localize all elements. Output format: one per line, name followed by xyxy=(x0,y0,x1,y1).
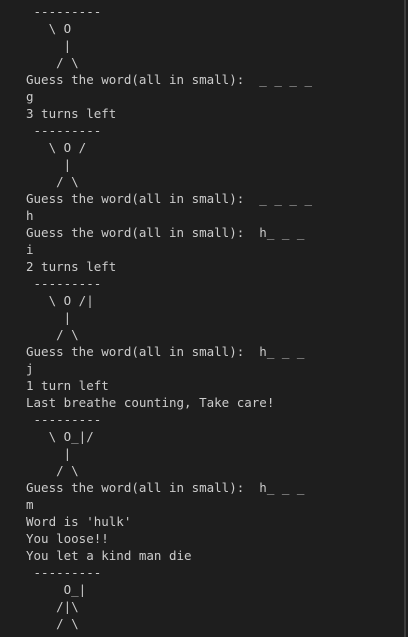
terminal-line: \ O /| xyxy=(26,293,94,308)
terminal-line: / \ xyxy=(26,174,79,189)
terminal-line: | xyxy=(26,310,72,325)
terminal-line: --------- xyxy=(26,412,102,427)
terminal-line: g xyxy=(26,89,34,104)
terminal-line: You loose!! xyxy=(26,531,109,546)
terminal-line: \ O xyxy=(26,21,72,36)
terminal-line: j xyxy=(26,361,34,376)
terminal-line: --------- xyxy=(26,4,102,19)
terminal-line: --------- xyxy=(26,123,102,138)
terminal-line: Guess the word(all in small): h_ _ _ xyxy=(26,225,305,240)
terminal-line: \ O_|/ xyxy=(26,429,94,444)
terminal-panel[interactable]: --------- \ O | / \ Guess the word(all i… xyxy=(0,0,406,637)
terminal-line: --------- xyxy=(26,276,102,291)
terminal-line: | xyxy=(26,446,72,461)
terminal-line: i xyxy=(26,242,34,257)
terminal-line: O_| xyxy=(26,582,87,597)
terminal-line: \ O / xyxy=(26,140,87,155)
terminal-output: --------- \ O | / \ Guess the word(all i… xyxy=(26,3,312,632)
terminal-line: Guess the word(all in small): h_ _ _ xyxy=(26,344,305,359)
terminal-line: Last breathe counting, Take care! xyxy=(26,395,275,410)
terminal-line: Guess the word(all in small): _ _ _ _ xyxy=(26,191,312,206)
terminal-line: / \ xyxy=(26,616,79,631)
terminal-line: 1 turn left xyxy=(26,378,109,393)
terminal-line: / \ xyxy=(26,327,79,342)
terminal-line: / \ xyxy=(26,463,79,478)
terminal-line: Guess the word(all in small): h_ _ _ xyxy=(26,480,305,495)
terminal-line: Word is 'hulk' xyxy=(26,514,132,529)
terminal-line: 3 turns left xyxy=(26,106,117,121)
terminal-line: /|\ xyxy=(26,599,79,614)
terminal-line: m xyxy=(26,497,34,512)
terminal-line: --------- xyxy=(26,565,102,580)
terminal-line: / \ xyxy=(26,55,79,70)
terminal-line: | xyxy=(26,38,72,53)
terminal-line: Guess the word(all in small): _ _ _ _ xyxy=(26,72,312,87)
terminal-line: | xyxy=(26,157,72,172)
terminal-line: 2 turns left xyxy=(26,259,117,274)
terminal-line: You let a kind man die xyxy=(26,548,192,563)
terminal-line: h xyxy=(26,208,34,223)
